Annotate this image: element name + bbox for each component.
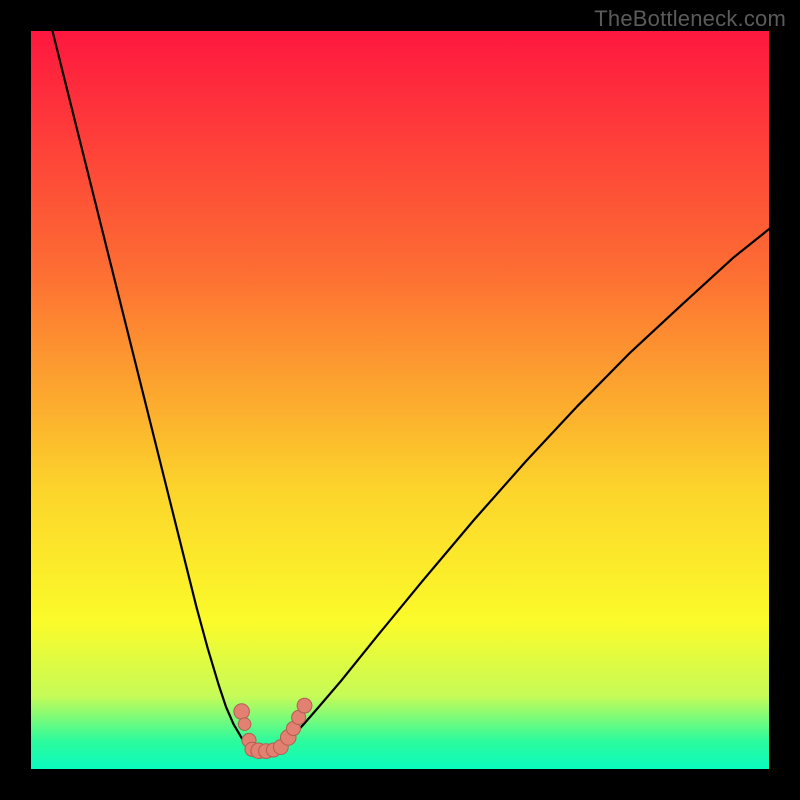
data-marker bbox=[297, 698, 312, 713]
data-marker bbox=[238, 718, 251, 731]
chart-svg bbox=[0, 0, 800, 800]
plot-background bbox=[30, 30, 770, 770]
chart-frame: TheBottleneck.com bbox=[0, 0, 800, 800]
watermark-text: TheBottleneck.com bbox=[594, 6, 786, 32]
data-marker bbox=[234, 704, 250, 720]
